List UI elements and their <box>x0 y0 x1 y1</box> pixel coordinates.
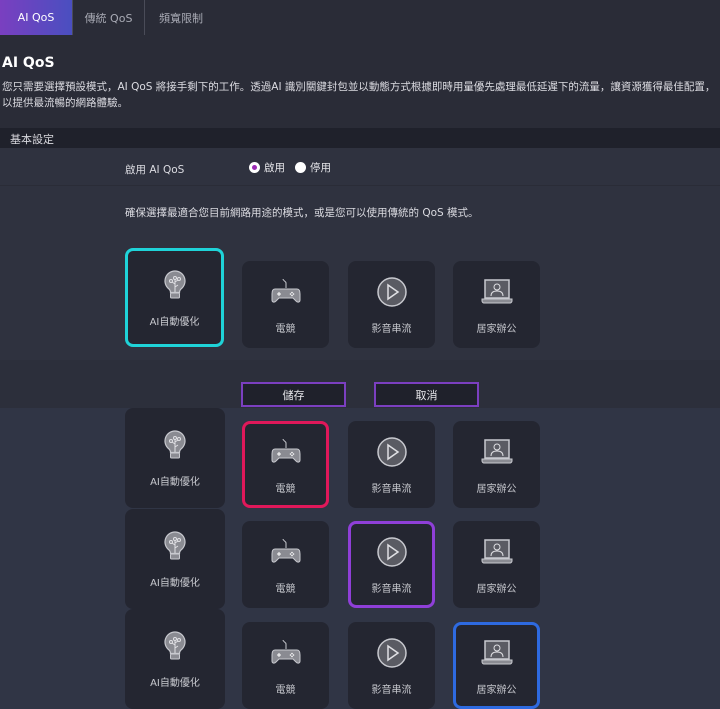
page-title: AI QoS <box>2 55 55 71</box>
divider <box>0 185 720 186</box>
laptop-user-icon <box>480 636 514 673</box>
play-icon <box>375 636 409 673</box>
mode-card-ai[interactable]: AI自動優化 <box>125 509 225 609</box>
mode-label: AI自動優化 <box>150 578 200 589</box>
mode-label: AI自動優化 <box>150 477 200 488</box>
mode-card-streaming[interactable]: 影音串流 <box>348 521 435 608</box>
lightbulb-icon <box>158 529 192 566</box>
mode-label: 電競 <box>275 323 296 335</box>
mode-card-ai[interactable]: AI自動優化 <box>125 408 225 508</box>
lightbulb-icon <box>158 428 192 465</box>
section-header: 基本設定 <box>0 128 720 148</box>
laptop-user-icon <box>480 435 514 472</box>
tab-ai-qos[interactable]: AI QoS <box>0 0 72 35</box>
radio-disable-label: 停用 <box>310 162 331 174</box>
mode-card-home[interactable]: 居家辦公 <box>453 521 540 608</box>
mode-label: 居家辦公 <box>476 583 517 595</box>
mode-card-gaming[interactable]: 電競 <box>242 622 329 709</box>
mode-label: 居家辦公 <box>476 684 517 696</box>
mode-hint: 確保選擇最適合您目前網路用途的模式，或是您可以使用傳統的 QoS 模式。 <box>125 207 479 219</box>
mode-card-ai[interactable]: AI自動優化 <box>125 609 225 709</box>
mode-card-home[interactable]: 居家辦公 <box>453 261 540 348</box>
mode-label: 居家辦公 <box>476 483 517 495</box>
mode-card-home[interactable]: 居家辦公 <box>453 622 540 709</box>
tab-traditional-qos[interactable]: 傳統 QoS <box>73 0 144 35</box>
play-icon <box>375 435 409 472</box>
mode-label: 影音串流 <box>371 483 412 495</box>
laptop-user-icon <box>480 275 514 312</box>
save-button[interactable]: 儲存 <box>241 382 346 407</box>
laptop-user-icon <box>480 535 514 572</box>
mode-card-streaming[interactable]: 影音串流 <box>348 622 435 709</box>
lightbulb-icon <box>158 268 192 305</box>
mode-card-gaming[interactable]: 電競 <box>242 421 329 508</box>
mode-card-gaming[interactable]: 電競 <box>242 261 329 348</box>
mode-label: AI自動優化 <box>149 316 200 328</box>
mode-card-gaming[interactable]: 電競 <box>242 521 329 608</box>
mode-label: 電競 <box>275 684 296 696</box>
enable-ai-qos-label: 啟用 AI QoS <box>125 164 185 176</box>
mode-label: 電競 <box>275 483 296 495</box>
gamepad-icon <box>269 275 303 312</box>
mode-label: 影音串流 <box>371 323 412 335</box>
cancel-button[interactable]: 取消 <box>374 382 479 407</box>
gamepad-icon <box>269 535 303 572</box>
page-description: 您只需要選擇預設模式，AI QoS 將接手剩下的工作。透過AI 識別關鍵封包並以… <box>2 81 716 109</box>
lightbulb-icon <box>158 629 192 666</box>
button-bar <box>0 360 720 408</box>
tab-bandwidth-limit[interactable]: 頻寬限制 <box>145 0 217 35</box>
mode-label: 影音串流 <box>371 684 412 696</box>
mode-card-streaming[interactable]: 影音串流 <box>348 421 435 508</box>
mode-label: AI自動優化 <box>150 678 200 689</box>
mode-card-streaming[interactable]: 影音串流 <box>348 261 435 348</box>
radio-unselected-icon <box>295 162 306 173</box>
mode-card-ai[interactable]: AI自動優化 <box>125 248 224 347</box>
mode-label: 影音串流 <box>371 583 412 595</box>
mode-label: 居家辦公 <box>476 323 517 335</box>
radio-enable-label: 啟用 <box>264 162 285 174</box>
gamepad-icon <box>269 435 303 472</box>
mode-card-home[interactable]: 居家辦公 <box>453 421 540 508</box>
radio-enable[interactable]: 啟用 <box>249 160 285 175</box>
play-icon <box>375 275 409 312</box>
play-icon <box>375 535 409 572</box>
gamepad-icon <box>269 636 303 673</box>
radio-selected-icon <box>249 162 260 173</box>
radio-disable[interactable]: 停用 <box>295 160 331 175</box>
mode-label: 電競 <box>275 583 296 595</box>
